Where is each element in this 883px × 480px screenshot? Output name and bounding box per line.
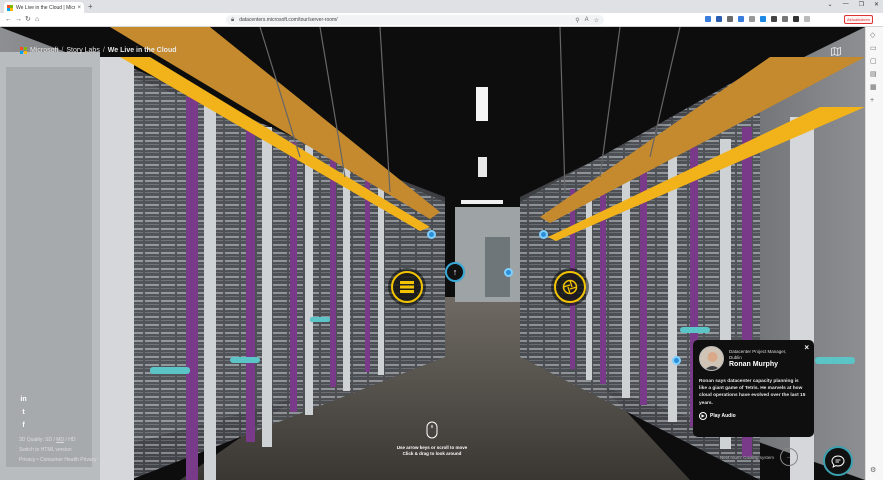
read-aloud-icon[interactable]: A (585, 17, 589, 24)
quality-selector: 3D Quality: SD / MD / HD (19, 437, 75, 443)
person-role: Datacenter Project Manager, (729, 349, 787, 354)
person-location: Dublin (729, 354, 742, 360)
back-button[interactable]: ← (5, 16, 12, 24)
play-audio-button[interactable]: ▶ Play Audio (699, 411, 808, 420)
browser-tab[interactable]: We Live in the Cloud | Microso × (4, 2, 84, 13)
tour-viewport[interactable]: Microsoft / Story Labs / We Live in the … (0, 27, 865, 480)
breadcrumb-separator: / (61, 47, 64, 54)
new-tab-button[interactable]: + (88, 2, 93, 11)
person-name: Ronan Murphy (729, 361, 778, 368)
next-room-label: Next room: Cooling system (720, 454, 775, 460)
breadcrumb: Microsoft / Story Labs / We Live in the … (20, 47, 177, 54)
info-dot-hotspot[interactable] (504, 268, 513, 277)
tab-title: We Live in the Cloud | Microso (16, 4, 75, 11)
facebook-icon[interactable]: f (19, 421, 28, 430)
sidebar-tab-icon[interactable]: ▭ (870, 45, 877, 53)
privacy-link[interactable]: Privacy (19, 457, 35, 463)
extension-5-icon[interactable] (749, 16, 755, 22)
arrow-up-icon: ↑ (452, 267, 458, 277)
extension-8-icon[interactable] (782, 16, 788, 22)
sidebar-settings-icon[interactable]: ⚙ (870, 467, 876, 475)
legal-separator: • (36, 457, 39, 463)
microsoft-favicon-icon (7, 4, 13, 11)
browser-sidebar: ◇ ▭ ▢ ▤ ▦ + ⚙ (865, 27, 883, 480)
close-window-button[interactable]: ✕ (874, 1, 879, 8)
sidebar-collections-icon[interactable]: ▢ (870, 58, 877, 66)
tab-bar: We Live in the Cloud | Microso × + ⌄ — ❐… (0, 0, 883, 13)
update-badge[interactable]: Aktualisieren (844, 15, 873, 24)
extension-4-icon[interactable] (738, 16, 744, 22)
aperture-icon (562, 279, 578, 295)
reload-button[interactable]: ↻ (25, 16, 31, 24)
quality-sd[interactable]: SD (45, 437, 52, 443)
chat-button[interactable] (823, 446, 853, 476)
breadcrumb-separator: / (102, 47, 105, 54)
microsoft-logo-icon (20, 47, 27, 54)
tab-search-icon[interactable]: ⌄ (828, 1, 833, 8)
stack-icon (400, 281, 414, 293)
sidebar-notes-icon[interactable]: ▤ (870, 71, 877, 79)
sidebar-apps-icon[interactable]: ▦ (870, 84, 877, 92)
extension-2-icon[interactable] (716, 16, 722, 22)
address-bar[interactable]: 🔒︎ datacenters.microsoft.com/tour/server… (226, 15, 604, 25)
play-icon: ▶ (699, 411, 707, 420)
avatar (699, 346, 724, 371)
quality-label: 3D Quality: (19, 437, 44, 443)
sidebar-copilot-icon[interactable]: ◇ (870, 32, 875, 40)
extension-7-icon[interactable] (771, 16, 777, 22)
next-room-nav: Next room: Cooling system → (720, 448, 799, 466)
breadcrumb-story-labs[interactable]: Story Labs (66, 47, 99, 54)
window-controls: ⌄ — ❐ ✕ (828, 1, 879, 8)
person-description: Ronan says datacenter capacity planning … (699, 379, 806, 406)
person-story-hotspot[interactable] (554, 271, 586, 303)
home-button[interactable]: ⌂ (35, 16, 39, 24)
extension-6-icon[interactable] (760, 16, 766, 22)
twitter-icon[interactable]: t (19, 408, 28, 417)
sidebar-add-icon[interactable]: + (870, 97, 874, 105)
profile-icon[interactable] (804, 16, 810, 22)
breadcrumb-microsoft[interactable]: Microsoft (30, 47, 58, 54)
favorite-star-icon[interactable]: ☆ (594, 17, 599, 24)
site-info-icon[interactable]: 🔒︎ (231, 17, 234, 24)
map-icon[interactable] (831, 47, 841, 56)
portrait-image (700, 347, 723, 370)
quality-md[interactable]: MD (56, 437, 64, 443)
mouse-icon (426, 421, 438, 439)
zoom-icon[interactable]: ⚲ (575, 17, 579, 24)
url-text[interactable]: datacenters.microsoft.com/tour/server-ro… (239, 17, 575, 23)
extension-1-icon[interactable] (705, 16, 711, 22)
next-room-button[interactable]: → (780, 448, 799, 466)
minimize-button[interactable]: — (843, 1, 849, 8)
extension-3-icon[interactable] (727, 16, 733, 22)
close-card-button[interactable]: × (804, 343, 809, 352)
linkedin-icon[interactable]: in (19, 395, 28, 404)
quality-separator: / (65, 437, 67, 443)
close-tab-icon[interactable]: × (77, 5, 81, 11)
extension-icons (705, 16, 810, 22)
breadcrumb-current[interactable]: We Live in the Cloud (108, 47, 177, 54)
html-version-link[interactable]: Switch to HTML version (19, 447, 72, 453)
info-dot-hotspot[interactable] (539, 230, 548, 239)
play-audio-label: Play Audio (710, 412, 736, 419)
health-privacy-link[interactable]: Consumer Health Privacy (40, 457, 97, 463)
chat-bubble-icon (831, 454, 845, 468)
quality-hd[interactable]: HD (68, 437, 75, 443)
rack-info-hotspot[interactable] (391, 271, 423, 303)
info-dot-hotspot[interactable] (427, 230, 436, 239)
forward-button[interactable]: → (15, 16, 22, 24)
url-action-icons: ⚲ A ☆ (575, 17, 599, 24)
hint-line-2: Click & drag to look around (402, 451, 462, 456)
navigation-bar: ← → ↻ ⌂ 🔒︎ datacenters.microsoft.com/tou… (0, 13, 883, 27)
info-dot-hotspot[interactable] (672, 356, 681, 365)
navigation-hint: Use arrow keys or scroll to move Click &… (395, 421, 469, 457)
person-card: × Datacenter Project Manager, Dublin Ron… (693, 340, 814, 437)
legal-links: Privacy • Consumer Health Privacy (19, 457, 97, 463)
move-forward-hotspot[interactable]: ↑ (445, 262, 465, 282)
card-header: Datacenter Project Manager, Dublin Ronan… (699, 346, 808, 371)
quality-separator: / (53, 437, 55, 443)
maximize-button[interactable]: ❐ (859, 1, 864, 8)
extension-9-icon[interactable] (793, 16, 799, 22)
